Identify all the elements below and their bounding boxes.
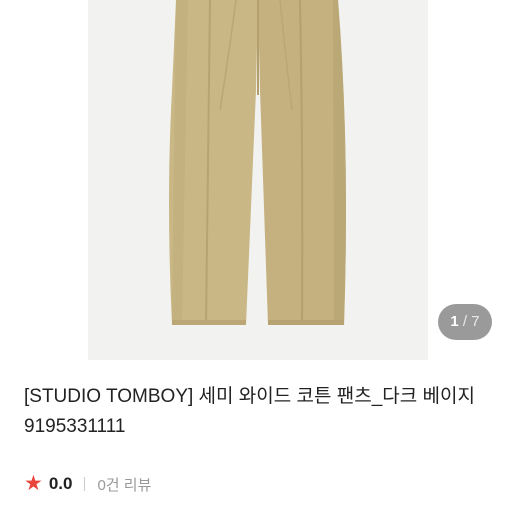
pager-separator: / [462, 313, 468, 330]
image-pager: 1 / 7 [438, 304, 492, 340]
product-title: [STUDIO TOMBOY] 세미 와이드 코튼 팬츠_다크 베이지 9195… [24, 386, 475, 437]
product-image-carousel[interactable]: 1 / 7 [0, 0, 514, 360]
rating-row: ★ 0.0 0건 리뷰 [24, 472, 151, 496]
divider [84, 477, 86, 491]
pager-total: 7 [471, 313, 480, 330]
pager-current: 1 [450, 313, 459, 330]
rating-value: 0.0 [48, 474, 73, 493]
product-photo[interactable] [88, 0, 428, 360]
star-icon: ★ [24, 472, 43, 495]
review-count-link[interactable]: 0건 리뷰 [97, 474, 151, 495]
